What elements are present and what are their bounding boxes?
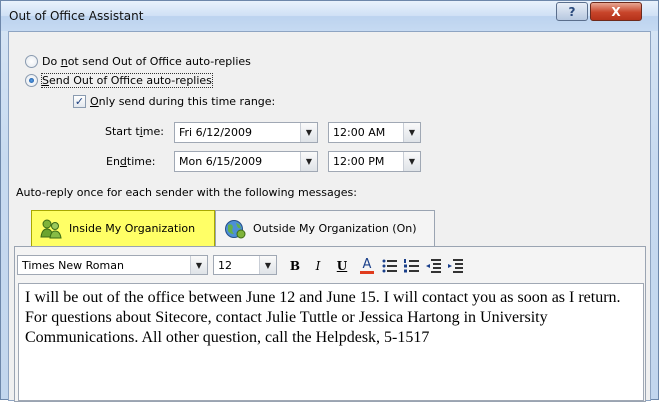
chevron-down-icon[interactable]: ▼ (259, 256, 276, 274)
end-time-select[interactable]: 12:00 PM ▼ (328, 151, 421, 172)
tab-inside-label: Inside My Organization (69, 222, 196, 235)
help-icon: ? (568, 4, 576, 19)
chevron-down-icon[interactable]: ▼ (300, 123, 317, 142)
time-range-label: Only send during this time range: (90, 95, 276, 108)
send-radio[interactable] (25, 74, 38, 87)
font-size-select[interactable]: 12 ▼ (213, 255, 277, 275)
time-range-option[interactable]: ✓ Only send during this time range: (73, 95, 275, 108)
underline-button[interactable]: U (333, 257, 351, 275)
help-button[interactable]: ? (556, 2, 588, 21)
chevron-down-icon[interactable]: ▼ (190, 256, 207, 274)
bullets-icon[interactable] (381, 257, 399, 275)
font-value: Times New Roman (22, 258, 124, 272)
start-date-select[interactable]: Fri 6/12/2009 ▼ (174, 122, 318, 143)
autoreply-label: Auto-reply once for each sender with the… (16, 186, 357, 199)
end-time-value: 12:00 PM (333, 155, 385, 168)
numbering-icon[interactable] (403, 257, 421, 275)
italic-button[interactable]: I (309, 257, 327, 275)
chevron-down-icon[interactable]: ▼ (403, 152, 420, 171)
title-bar: Out of Office Assistant ? X (1, 1, 658, 31)
font-color-icon: A (362, 257, 372, 272)
bold-button[interactable]: B (286, 257, 304, 275)
window-title: Out of Office Assistant (9, 9, 144, 23)
font-color-bar (360, 271, 374, 274)
globe-icon (225, 219, 246, 238)
font-size-value: 12 (218, 258, 232, 272)
do-not-send-radio[interactable] (25, 55, 38, 68)
start-time-label: Start t i me: (105, 125, 164, 138)
chevron-down-icon[interactable]: ▼ (403, 123, 420, 142)
decrease-indent-icon[interactable] (425, 257, 443, 275)
close-icon: X (611, 4, 621, 19)
start-time-select[interactable]: 12:00 AM ▼ (328, 122, 421, 143)
out-of-office-window: Out of Office Assistant ? X Do not send … (0, 0, 659, 402)
time-range-checkbox[interactable]: ✓ (73, 95, 86, 108)
font-select[interactable]: Times New Roman ▼ (17, 255, 208, 275)
font-color-button[interactable]: A (357, 257, 377, 275)
end-time-label: En d time: (106, 155, 156, 168)
send-option[interactable]: Send Out of Office auto-replies (25, 73, 213, 88)
end-date-select[interactable]: Mon 6/15/2009 ▼ (174, 151, 318, 172)
tab-outside-label: Outside My Organization (On) (253, 222, 417, 235)
start-date-value: Fri 6/12/2009 (179, 126, 253, 139)
end-date-value: Mon 6/15/2009 (179, 155, 263, 168)
tab-inside-organization[interactable]: Inside My Organization (31, 210, 215, 246)
start-time-value: 12:00 AM (333, 126, 386, 139)
chevron-down-icon[interactable]: ▼ (300, 152, 317, 171)
send-label: Send Out of Office auto-replies (41, 73, 213, 88)
increase-indent-icon[interactable] (447, 257, 465, 275)
message-editor[interactable]: I will be out of the office between June… (18, 283, 644, 401)
close-button[interactable]: X (590, 2, 642, 21)
message-panel: Times New Roman ▼ 12 ▼ B I U A I will be… (14, 246, 646, 402)
do-not-send-label: Do not send Out of Office auto-replies (42, 55, 251, 68)
do-not-send-option[interactable]: Do not send Out of Office auto-replies (25, 55, 251, 68)
people-icon (40, 219, 62, 238)
dialog-content: Do not send Out of Office auto-replies S… (8, 31, 651, 402)
tab-outside-organization[interactable]: Outside My Organization (On) (215, 210, 435, 246)
